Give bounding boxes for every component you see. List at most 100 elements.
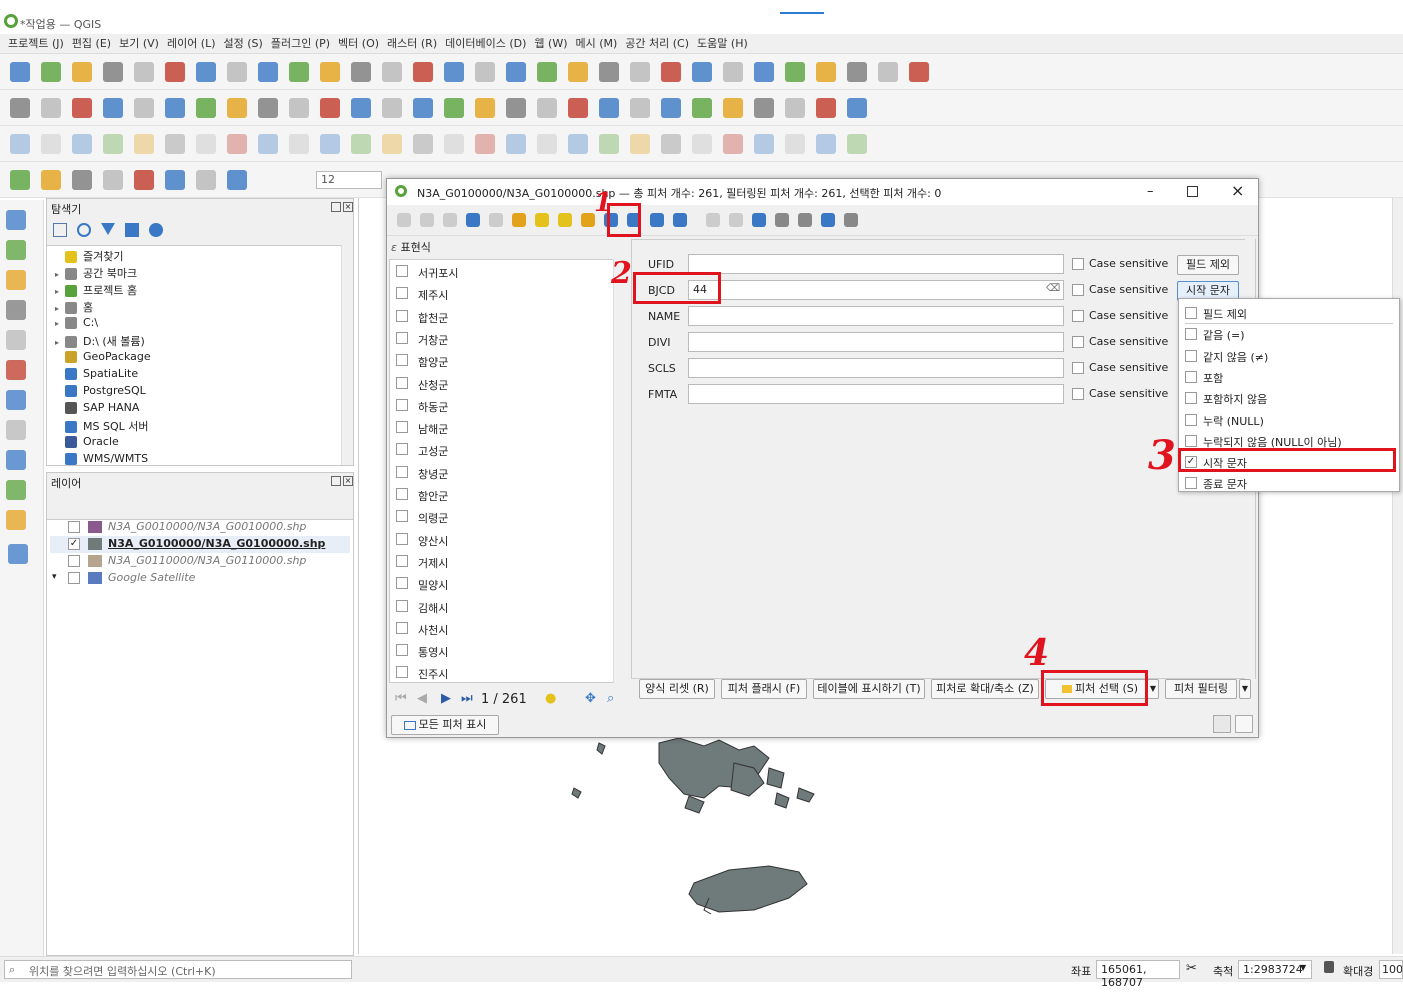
operator-option-checkbox[interactable] <box>1185 307 1197 319</box>
toolbar-tool-icon[interactable] <box>320 134 340 154</box>
toolbar-tool-icon[interactable] <box>754 62 774 82</box>
toolbar-tool-icon[interactable] <box>41 170 61 190</box>
toolbar-tool-icon[interactable] <box>382 134 402 154</box>
menu-item[interactable]: 플러그인 (P) <box>271 34 330 54</box>
toolbar-tool-icon[interactable] <box>568 98 588 118</box>
add-layer-icon[interactable] <box>6 390 26 410</box>
browser-item[interactable]: SpatiaLite <box>55 367 138 383</box>
toolbar-tool-icon[interactable] <box>599 98 619 118</box>
toolbar-tool-icon[interactable] <box>816 62 836 82</box>
toolbar-tool-icon[interactable] <box>72 62 92 82</box>
operator-option[interactable]: 같지 않음 (≠) <box>1185 346 1393 366</box>
form-view-icon[interactable] <box>1213 715 1231 733</box>
add-selected-icon[interactable] <box>53 223 67 237</box>
feature-list[interactable]: 서귀포시 제주시 합천군 거창군 함양군 산청군 하동군 남해군 고성군 창녕군 함안군 의령군 양산시… <box>389 259 625 683</box>
browser-item[interactable]: ▸ C:\ <box>55 316 98 332</box>
toolbar-tool-icon[interactable] <box>227 62 247 82</box>
add-layer-icon[interactable] <box>8 544 28 564</box>
font-size-input[interactable]: 12 <box>316 171 382 189</box>
menu-item[interactable]: 설정 (S) <box>224 34 263 54</box>
toolbar-tool-icon[interactable] <box>320 98 340 118</box>
panel-close-icon[interactable]: × <box>343 476 353 486</box>
menu-item[interactable]: 웹 (W) <box>534 34 567 54</box>
toolbar-tool-icon[interactable] <box>847 134 867 154</box>
toolbar-tool-icon[interactable] <box>692 62 712 82</box>
collapse-all-icon[interactable] <box>125 223 139 237</box>
add-layer-icon[interactable] <box>6 330 26 350</box>
list-item[interactable]: 남해군 <box>394 416 612 438</box>
layer-row[interactable]: N3A_G0010000/N3A_G0010000.shp <box>50 519 350 536</box>
toolbar-tool-icon[interactable] <box>909 62 929 82</box>
toolbar-tool-icon[interactable] <box>754 98 774 118</box>
field-value-input[interactable]: 44 <box>688 280 1064 300</box>
toolbar-tool-icon[interactable] <box>134 170 154 190</box>
toolbar-tool-icon[interactable] <box>134 62 154 82</box>
list-item-checkbox[interactable] <box>396 621 408 634</box>
list-item-checkbox[interactable] <box>396 465 408 478</box>
expand-arrow-icon[interactable]: ▸ <box>55 319 65 328</box>
menu-item[interactable]: 보기 (V) <box>119 34 159 54</box>
toolbar-tool-icon[interactable] <box>103 98 123 118</box>
list-item[interactable]: 밀양시 <box>394 572 612 594</box>
list-item-checkbox[interactable] <box>396 666 408 679</box>
operator-option-checkbox[interactable] <box>1185 477 1197 490</box>
menu-item[interactable]: 프로젝트 (J) <box>8 34 64 54</box>
dialog-tool-icon[interactable] <box>706 213 720 227</box>
minimize-icon[interactable]: – <box>1147 184 1154 199</box>
magnifier-field[interactable]: 100% <box>1379 960 1403 979</box>
list-item[interactable]: 함양군 <box>394 349 612 371</box>
toolbar-tool-icon[interactable] <box>289 62 309 82</box>
toolbar-tool-icon[interactable] <box>599 134 619 154</box>
layer-row[interactable]: ▾ Google Satellite <box>50 570 350 587</box>
list-item[interactable]: 거제시 <box>394 550 612 572</box>
browser-item[interactable]: WMS/WMTS <box>55 452 148 468</box>
menu-item[interactable]: 데이터베이스 (D) <box>445 34 526 54</box>
toolbar-tool-icon[interactable] <box>537 98 557 118</box>
refresh-icon[interactable] <box>77 223 91 237</box>
list-item-checkbox[interactable] <box>396 309 408 322</box>
pan-to-icon[interactable]: ✥ <box>585 691 596 706</box>
toolbar-tool-icon[interactable] <box>692 98 712 118</box>
toolbar-tool-icon[interactable] <box>351 134 371 154</box>
menu-item[interactable]: 래스터 (R) <box>387 34 437 54</box>
properties-icon[interactable] <box>149 223 163 237</box>
toolbar-tool-icon[interactable] <box>320 62 340 82</box>
add-layer-icon[interactable] <box>6 480 26 500</box>
coordinate-field[interactable]: 165061, 168707 <box>1096 960 1180 989</box>
toolbar-tool-icon[interactable] <box>227 170 247 190</box>
case-sensitive-checkbox[interactable] <box>1072 362 1084 374</box>
operator-option-checkbox[interactable] <box>1185 370 1197 383</box>
toolbar-tool-icon[interactable] <box>630 98 650 118</box>
locator-bar[interactable]: ⌕ 위치를 찾으려면 입력하십시오 (Ctrl+K) <box>4 960 352 979</box>
next-feature-icon[interactable]: ▶ <box>441 691 451 706</box>
list-item-checkbox[interactable] <box>396 398 408 411</box>
toolbar-tool-icon[interactable] <box>103 170 123 190</box>
browser-item[interactable]: MS SQL 서버 <box>55 418 148 434</box>
list-item-checkbox[interactable] <box>396 376 408 389</box>
toolbar-tool-icon[interactable] <box>196 62 216 82</box>
list-item-checkbox[interactable] <box>396 443 408 456</box>
flash-features-button[interactable]: 피처 플래시 (F) <box>721 679 807 699</box>
dialog-tool-icon[interactable] <box>581 213 595 227</box>
expand-arrow-icon[interactable]: ▾ <box>52 572 57 582</box>
coordinate-toggle-icon[interactable]: ✂ <box>1186 961 1197 976</box>
expand-arrow-icon[interactable]: ▸ <box>55 287 65 296</box>
expand-arrow-icon[interactable]: ▸ <box>55 304 65 313</box>
list-item[interactable]: 사천시 <box>394 617 612 639</box>
toolbar-tool-icon[interactable] <box>816 134 836 154</box>
toolbar-tool-icon[interactable] <box>134 134 154 154</box>
dialog-tool-icon[interactable] <box>466 213 480 227</box>
browser-item[interactable]: 즐겨찾기 <box>55 248 123 264</box>
toolbar-tool-icon[interactable] <box>351 62 371 82</box>
toolbar-tool-icon[interactable] <box>227 98 247 118</box>
toolbar-tool-icon[interactable] <box>847 62 867 82</box>
list-item[interactable]: 서귀포시 <box>394 260 612 282</box>
add-layer-icon[interactable] <box>6 240 26 260</box>
case-sensitive-checkbox[interactable] <box>1072 258 1084 270</box>
dialog-tool-icon[interactable] <box>798 213 812 227</box>
toolbar-tool-icon[interactable] <box>72 134 92 154</box>
layer-visibility-checkbox[interactable] <box>68 521 80 533</box>
dialog-tool-icon[interactable] <box>489 213 503 227</box>
dialog-tool-icon[interactable] <box>558 213 572 227</box>
filter-features-dropdown[interactable]: ▼ <box>1239 679 1251 699</box>
